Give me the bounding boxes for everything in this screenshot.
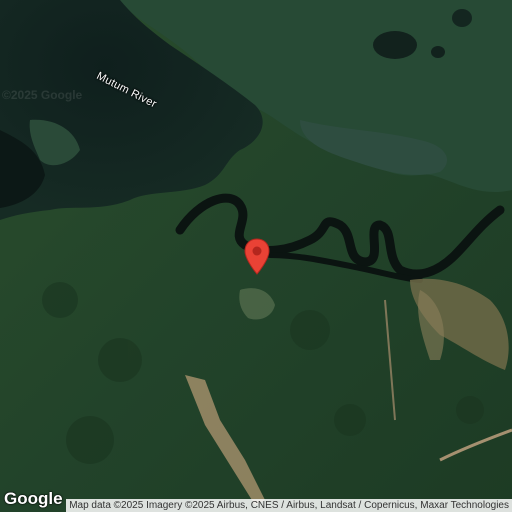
- google-logo[interactable]: Google: [4, 489, 63, 509]
- map-watermark: ©2025 Google: [2, 88, 83, 102]
- map-attribution[interactable]: Map data ©2025 Imagery ©2025 Airbus, CNE…: [66, 499, 512, 512]
- map-pin-icon[interactable]: [243, 238, 271, 276]
- satellite-map[interactable]: ©2025 Google Mutum River Google Map data…: [0, 0, 512, 512]
